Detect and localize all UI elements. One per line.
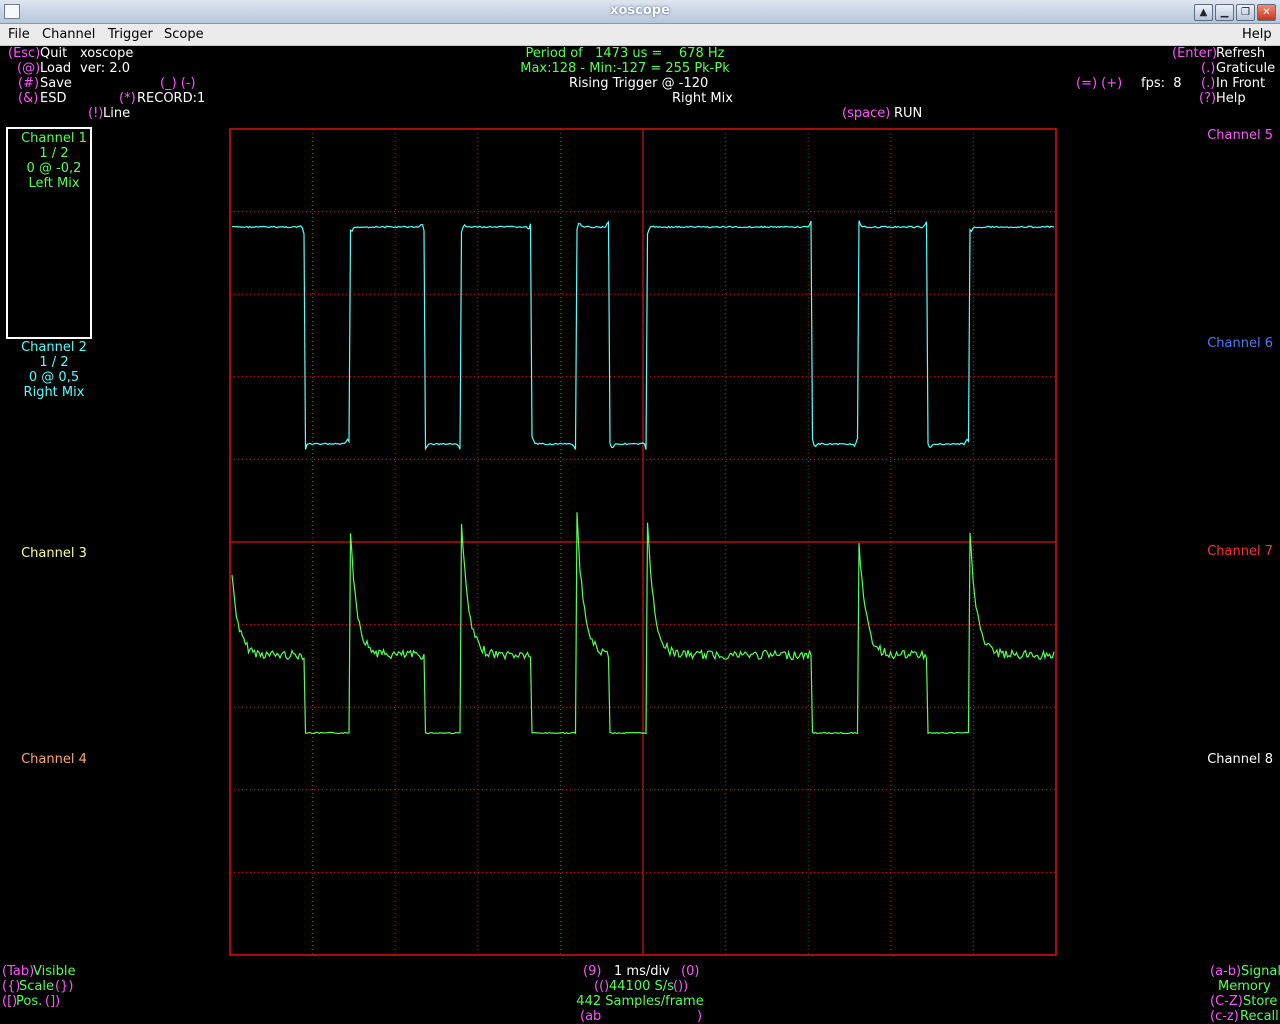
save-key[interactable]: (#) (18, 76, 39, 91)
channel-6-label[interactable]: Channel 6 (1170, 336, 1273, 351)
sample-rate-readout: 44100 S/s (609, 979, 674, 994)
refresh-key[interactable]: (Enter) (1172, 46, 1217, 61)
channel-1-label[interactable]: Channel 1 (6, 131, 102, 146)
close-icon[interactable]: ✕ (1257, 4, 1276, 21)
trigger-source: Right Mix (672, 91, 733, 106)
channel-5-label[interactable]: Channel 5 (1170, 128, 1273, 143)
quit-label[interactable]: Quit (40, 46, 67, 61)
record-key[interactable]: (*) (119, 91, 136, 106)
signal-key[interactable]: (a-b) (1210, 964, 1241, 979)
ab-open-key[interactable]: (ab (580, 1009, 601, 1024)
window-title: xoscope (610, 3, 670, 18)
ab-close-key[interactable]: ) (697, 1009, 702, 1024)
quit-key[interactable]: (Esc) (8, 46, 40, 61)
refresh-label[interactable]: Refresh (1216, 46, 1265, 61)
channel-1-source: Left Mix (28, 176, 80, 191)
scale-open-key[interactable]: ({) (2, 979, 20, 994)
channel-1-scale: 1 / 2 (39, 146, 69, 161)
channel-3-label[interactable]: Channel 3 (6, 546, 102, 561)
maxmin-readout: Max:128 - Min:-127 = 255 Pk-Pk (520, 61, 730, 76)
pos-open-key[interactable]: ([) (2, 994, 17, 1009)
help-label[interactable]: Help (1216, 91, 1246, 106)
visible-key[interactable]: (Tab) (2, 964, 34, 979)
fps-readout: fps: 8 (1141, 76, 1182, 91)
scope-display[interactable] (228, 127, 1058, 957)
pos-label[interactable]: Pos. (16, 994, 42, 1009)
save-label[interactable]: Save (40, 76, 72, 91)
front-label[interactable]: In Front (1216, 76, 1265, 91)
store-key[interactable]: (C-Z) (1210, 994, 1243, 1009)
rate-increase-key[interactable]: ()) (673, 979, 688, 994)
esd-label[interactable]: ESD (40, 91, 66, 106)
scale-close-key[interactable]: (}) (55, 979, 73, 994)
record-label[interactable]: RECORD:1 (137, 91, 205, 106)
esd-key[interactable]: (&) (18, 91, 38, 106)
graticule (229, 128, 1057, 956)
menu-file[interactable]: File (8, 27, 30, 42)
minimize-icon[interactable]: ▁ (1215, 4, 1234, 21)
recall-key[interactable]: (c-z) (1210, 1009, 1239, 1024)
line-label[interactable]: Line (103, 106, 130, 121)
menu-channel[interactable]: Channel (42, 27, 95, 42)
graticule-label[interactable]: Graticule (1216, 61, 1275, 76)
channel-8-label[interactable]: Channel 8 (1170, 752, 1273, 767)
channel-2-position: 0 @ 0,5 (28, 370, 80, 385)
recall-label[interactable]: Recall (1240, 1009, 1279, 1024)
menu-bar: File Channel Trigger Scope Help (0, 24, 1280, 46)
help-key[interactable]: (?) (1199, 91, 1216, 106)
timebase-increase-key[interactable]: (0) (681, 964, 699, 979)
channel-7-label[interactable]: Channel 7 (1170, 544, 1273, 559)
run-label[interactable]: RUN (894, 106, 922, 121)
app-name: xoscope (80, 46, 134, 61)
samples-readout: 442 Samples/frame (576, 994, 704, 1009)
channel-4-label[interactable]: Channel 4 (6, 752, 102, 767)
load-key[interactable]: (@) (17, 61, 40, 76)
run-key[interactable]: (space) (842, 106, 890, 121)
graticule-key[interactable]: (.) (1201, 61, 1215, 76)
menu-scope[interactable]: Scope (164, 27, 204, 42)
menu-help[interactable]: Help (1242, 27, 1272, 42)
period-readout: Period of 1473 us = 678 Hz (525, 46, 725, 61)
scale-keys[interactable]: (_) (-) (160, 76, 196, 91)
front-key[interactable]: (.) (1201, 76, 1215, 91)
line-key[interactable]: (!) (88, 106, 103, 121)
memory-label: Memory (1218, 979, 1271, 994)
visible-label[interactable]: Visible (33, 964, 75, 979)
timebase-readout: 1 ms/div (614, 964, 670, 979)
trigger-readout: Rising Trigger @ -120 (569, 76, 709, 91)
fps-keys[interactable]: (=) (+) (1076, 76, 1122, 91)
channel-2-label[interactable]: Channel 2 (6, 340, 102, 355)
store-label[interactable]: Store (1243, 994, 1277, 1009)
window-titlebar: xoscope ▲ ▁ ❐ ✕ (0, 0, 1280, 24)
version-text: ver: 2.0 (80, 61, 130, 76)
menu-trigger[interactable]: Trigger (108, 27, 153, 42)
load-label[interactable]: Load (40, 61, 71, 76)
pos-close-key[interactable]: (]) (45, 994, 60, 1009)
rate-decrease-key[interactable]: (() (594, 979, 609, 994)
shade-icon[interactable]: ▲ (1194, 4, 1213, 21)
maximize-icon[interactable]: ❐ (1236, 4, 1255, 21)
channel-2-scale: 1 / 2 (39, 355, 69, 370)
channel-2-source: Right Mix (23, 385, 85, 400)
scale-label[interactable]: Scale (19, 979, 54, 994)
channel-1-position: 0 @ -0,2 (26, 161, 82, 176)
signal-label[interactable]: Signal (1241, 964, 1280, 979)
timebase-decrease-key[interactable]: (9) (583, 964, 601, 979)
